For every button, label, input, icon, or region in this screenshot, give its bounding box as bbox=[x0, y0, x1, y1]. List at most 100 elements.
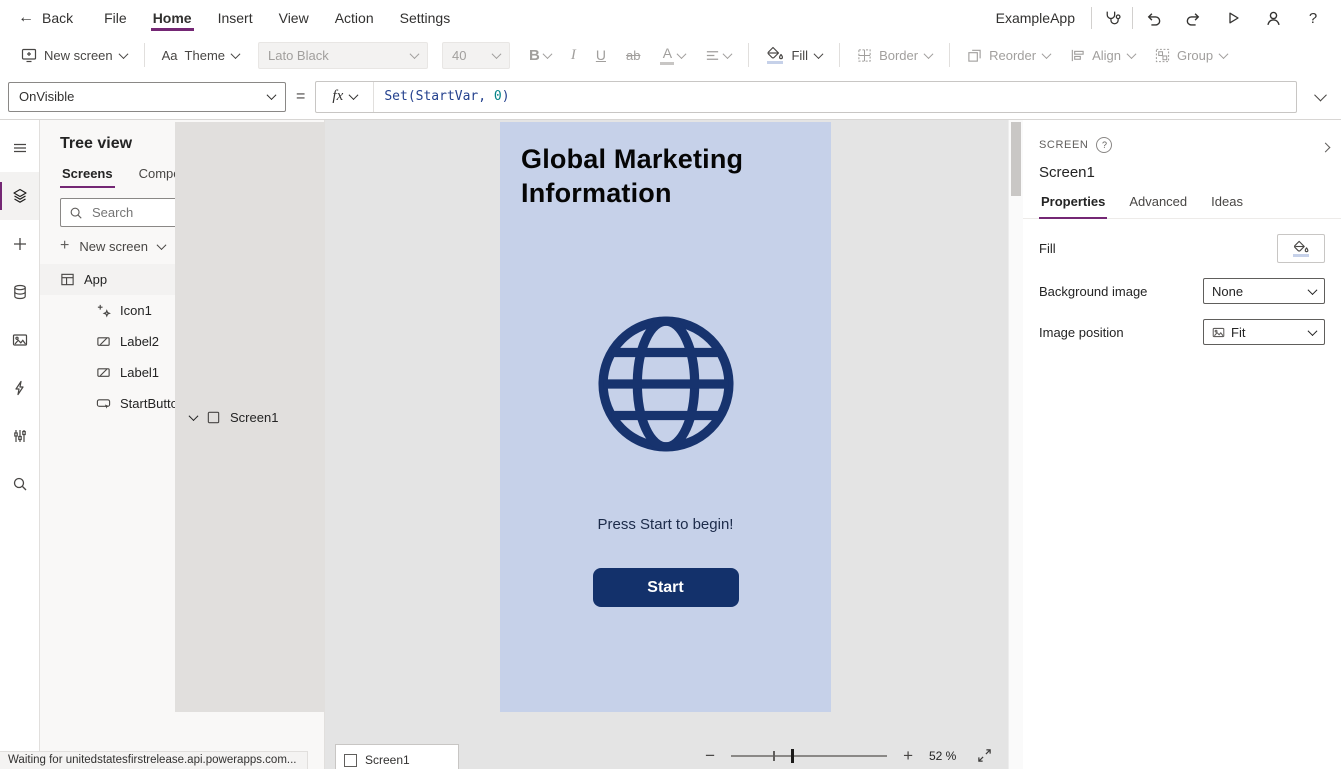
underline-button[interactable]: U bbox=[587, 39, 615, 71]
preview-play-button[interactable] bbox=[1213, 0, 1253, 36]
hamburger-menu-icon bbox=[12, 140, 28, 156]
scrollbar-thumb[interactable] bbox=[1011, 122, 1021, 196]
vertical-scrollbar[interactable] bbox=[1008, 120, 1023, 769]
border-button[interactable]: Border bbox=[848, 39, 941, 71]
canvas-label-title[interactable]: Global Marketing Information bbox=[521, 142, 777, 210]
align-button[interactable]: Align bbox=[1061, 39, 1144, 71]
text-align-icon bbox=[705, 48, 720, 63]
group-button[interactable]: Group bbox=[1146, 39, 1236, 71]
font-color-icon: A bbox=[660, 46, 674, 65]
back-button[interactable]: ← Back bbox=[0, 0, 91, 36]
zoom-out-button[interactable]: − bbox=[705, 747, 715, 764]
tree-item-label: App bbox=[84, 272, 107, 287]
help-circle-icon[interactable]: ? bbox=[1096, 137, 1112, 153]
image-position-label: Image position bbox=[1039, 325, 1124, 340]
screen-bottom-tab[interactable]: Screen1 bbox=[335, 744, 459, 769]
properties-panel: SCREEN ? Screen1 Properties Advanced Ide… bbox=[1023, 120, 1341, 769]
image-position-select[interactable]: Fit bbox=[1203, 319, 1325, 345]
reorder-label: Reorder bbox=[989, 48, 1036, 63]
tab-screens[interactable]: Screens bbox=[60, 163, 115, 188]
zoom-in-button[interactable]: + bbox=[903, 747, 913, 764]
rail-advanced-tools-button[interactable] bbox=[0, 412, 39, 460]
help-button[interactable]: ? bbox=[1293, 0, 1333, 36]
rail-media-button[interactable] bbox=[0, 316, 39, 364]
button-control-icon bbox=[96, 396, 111, 411]
background-image-select[interactable]: None bbox=[1203, 278, 1325, 304]
font-size-select[interactable]: 40 bbox=[442, 42, 510, 69]
divider bbox=[949, 43, 950, 67]
app-name: ExampleApp bbox=[980, 10, 1091, 26]
undo-button[interactable] bbox=[1133, 0, 1173, 36]
formula-input[interactable]: fx Set(StartVar, 0) bbox=[315, 81, 1297, 113]
italic-icon: I bbox=[571, 47, 576, 64]
stethoscope-icon bbox=[1103, 9, 1121, 27]
selected-control-type: SCREEN bbox=[1039, 139, 1088, 151]
menu-home[interactable]: Home bbox=[140, 0, 205, 36]
zoom-slider-handle[interactable] bbox=[791, 749, 794, 763]
strikethrough-button[interactable]: ab bbox=[617, 39, 649, 71]
property-select[interactable]: OnVisible bbox=[8, 82, 286, 112]
canvas-label-press-start[interactable]: Press Start to begin! bbox=[500, 516, 831, 533]
formula-bar: OnVisible = fx Set(StartVar, 0) bbox=[0, 74, 1341, 120]
menu-insert-label: Insert bbox=[218, 10, 253, 26]
chevron-down-icon bbox=[349, 90, 359, 100]
rail-hamburger-button[interactable] bbox=[0, 124, 39, 172]
zoom-slider-tick bbox=[773, 751, 775, 761]
bold-icon: B bbox=[529, 47, 540, 64]
font-size-value: 40 bbox=[452, 48, 466, 63]
browser-status-message: Waiting for unitedstatesfirstrelease.api… bbox=[0, 751, 308, 769]
rail-tree-view-button[interactable] bbox=[0, 172, 39, 220]
font-color-button[interactable]: A bbox=[651, 39, 694, 71]
formula-expand-button[interactable] bbox=[1307, 92, 1333, 101]
tab-properties[interactable]: Properties bbox=[1039, 190, 1107, 218]
bold-button[interactable]: B bbox=[520, 39, 560, 71]
app-screen-screen1[interactable]: Global Marketing Information Press Start… bbox=[500, 122, 831, 712]
reorder-button[interactable]: Reorder bbox=[958, 39, 1059, 71]
rail-insert-button[interactable] bbox=[0, 220, 39, 268]
fx-dropdown[interactable]: fx bbox=[316, 82, 374, 112]
tab-ideas[interactable]: Ideas bbox=[1209, 190, 1245, 218]
font-family-value: Lato Black bbox=[268, 48, 329, 63]
equals-sign: = bbox=[296, 88, 305, 106]
screen-bottom-tab-label: Screen1 bbox=[365, 753, 410, 767]
border-label: Border bbox=[879, 48, 918, 63]
chevron-down-icon bbox=[1308, 326, 1318, 336]
rail-data-sources-button[interactable] bbox=[0, 268, 39, 316]
menu-view[interactable]: View bbox=[266, 0, 322, 36]
fill-color-picker[interactable] bbox=[1277, 234, 1325, 263]
collapse-panel-button[interactable] bbox=[1322, 138, 1329, 154]
menu-settings[interactable]: Settings bbox=[387, 0, 464, 36]
design-canvas[interactable]: Global Marketing Information Press Start… bbox=[325, 120, 1008, 769]
align-label: Align bbox=[1092, 48, 1121, 63]
chevron-down-icon bbox=[1219, 49, 1229, 59]
search-icon bbox=[12, 476, 28, 492]
app-checker-button[interactable] bbox=[1092, 0, 1132, 36]
zoom-percent: 52 % bbox=[929, 749, 961, 763]
start-button-label: Start bbox=[647, 579, 683, 597]
redo-button[interactable] bbox=[1173, 0, 1213, 36]
share-user-button[interactable] bbox=[1253, 0, 1293, 36]
text-align-button[interactable] bbox=[696, 39, 740, 71]
chevron-down-icon bbox=[492, 49, 502, 59]
fit-to-window-button[interactable] bbox=[977, 748, 992, 763]
new-screen-button[interactable]: New screen bbox=[12, 39, 136, 71]
expander-chevron-icon[interactable] bbox=[189, 411, 199, 421]
menu-insert[interactable]: Insert bbox=[205, 0, 266, 36]
label-control-icon bbox=[96, 365, 111, 380]
menu-action[interactable]: Action bbox=[322, 0, 387, 36]
italic-button[interactable]: I bbox=[562, 39, 585, 71]
zoom-slider[interactable] bbox=[731, 748, 887, 764]
divider bbox=[839, 43, 840, 67]
canvas-icon-globe[interactable] bbox=[592, 310, 740, 458]
menu-file[interactable]: File bbox=[91, 0, 140, 36]
rail-flows-button[interactable] bbox=[0, 364, 39, 412]
formula-code[interactable]: Set(StartVar, 0) bbox=[374, 89, 519, 104]
font-family-select[interactable]: Lato Black bbox=[258, 42, 428, 69]
fill-button[interactable]: Fill bbox=[757, 39, 831, 71]
menubar-right: ExampleApp bbox=[980, 0, 1341, 36]
tab-advanced[interactable]: Advanced bbox=[1127, 190, 1189, 218]
canvas-start-button[interactable]: Start bbox=[593, 568, 739, 607]
flows-lightning-icon bbox=[12, 380, 28, 396]
rail-search-button[interactable] bbox=[0, 460, 39, 508]
theme-button[interactable]: Aa Theme bbox=[153, 39, 248, 71]
